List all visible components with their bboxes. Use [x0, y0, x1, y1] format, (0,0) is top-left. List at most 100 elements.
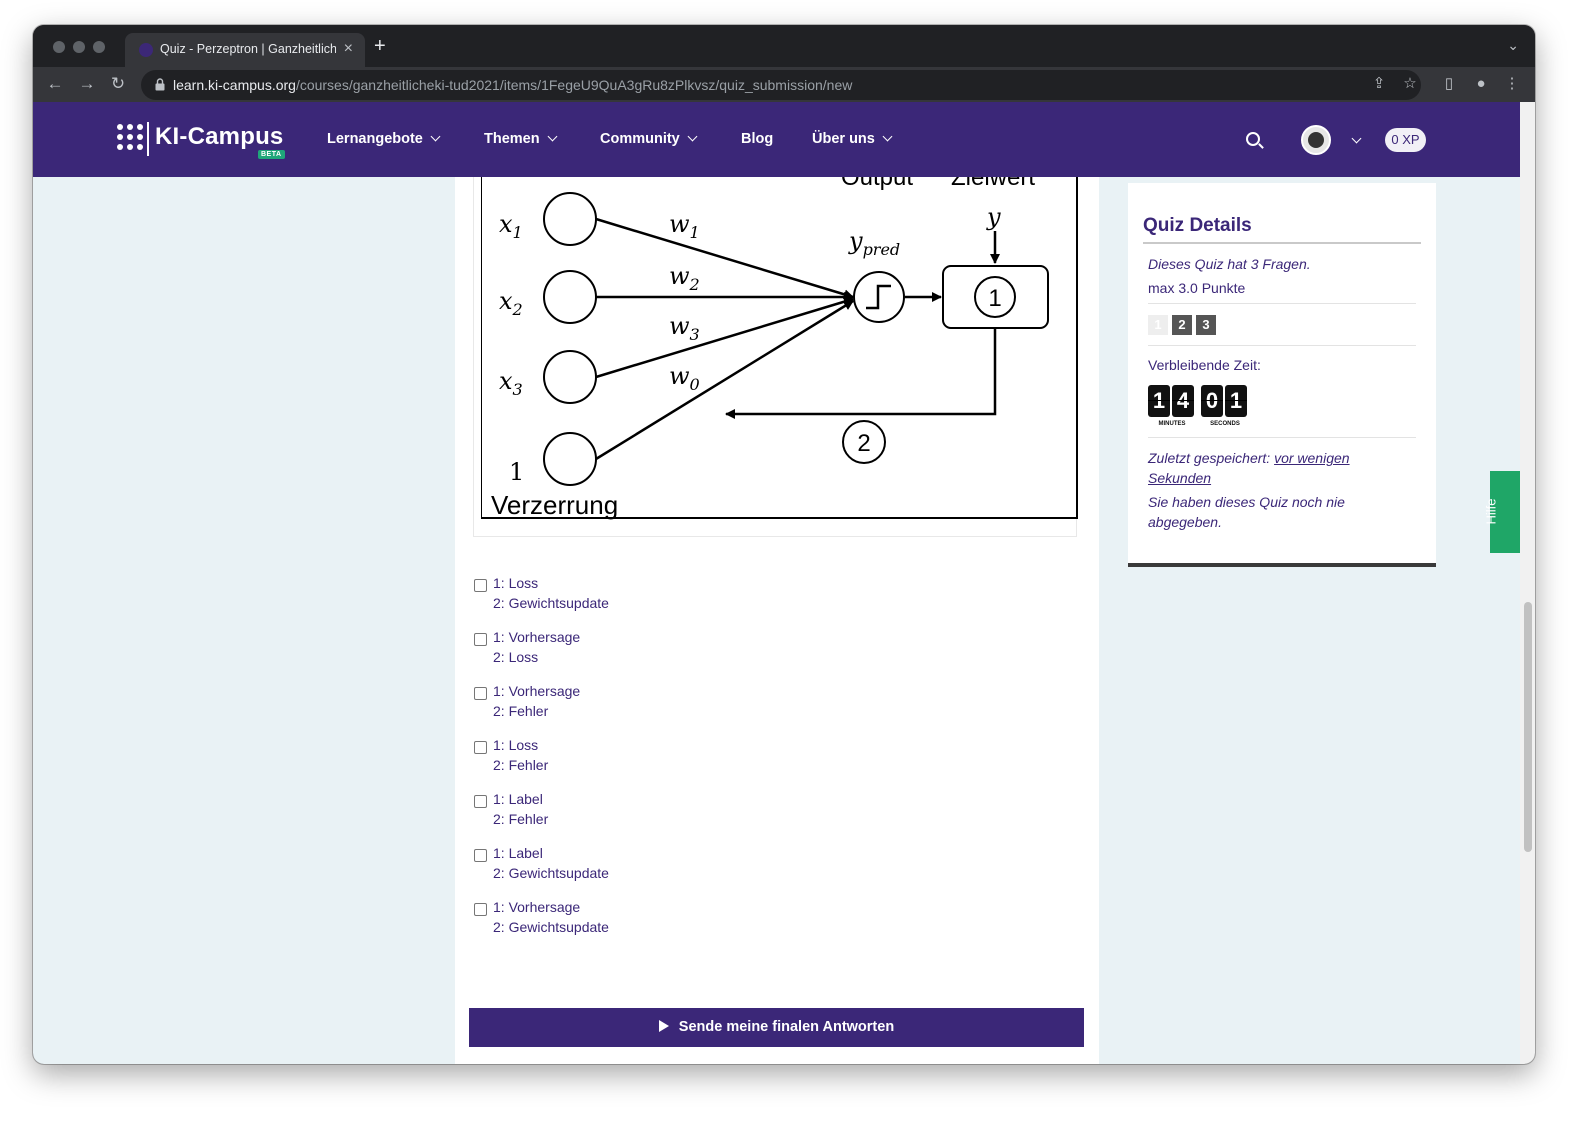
url-host: learn.ki-campus.org — [173, 77, 296, 93]
site-logo[interactable]: KI-Campus — [155, 123, 283, 151]
forward-icon[interactable]: → — [77, 74, 97, 94]
bias-one-label: 1 — [509, 458, 524, 486]
question-nav-1[interactable]: 1 — [1148, 315, 1168, 335]
browser-toolbar: ← → ↻ learn.ki-campus.org/courses/ganzhe… — [33, 67, 1535, 102]
option-line-2[interactable]: 2: Gewichtsupdate — [493, 919, 609, 935]
not-submitted-note-1: Sie haben dieses Quiz noch nie — [1148, 494, 1345, 510]
option-line-2[interactable]: 2: Fehler — [493, 757, 548, 773]
last-saved-link-cont[interactable]: Sekunden — [1148, 470, 1211, 486]
answer-checkbox[interactable] — [474, 633, 487, 646]
answer-checkbox[interactable] — [474, 687, 487, 700]
xp-badge[interactable]: 0 XP — [1385, 128, 1426, 152]
browser-tab[interactable]: Quiz - Perzeptron | Ganzheitliche × — [125, 33, 365, 67]
option-line-1[interactable]: 1: Vorhersage — [493, 683, 580, 699]
timer-seconds-tens: 0 — [1201, 385, 1223, 417]
y-label: y — [986, 203, 1001, 231]
last-saved-link[interactable]: vor wenigen — [1274, 450, 1350, 466]
scrollbar-thumb[interactable] — [1524, 602, 1532, 852]
timer-minutes-ones: 4 — [1172, 385, 1194, 417]
option-line-1[interactable]: 1: Label — [493, 845, 543, 861]
site-header: KI-Campus BETA Lernangebote Themen Commu… — [33, 102, 1520, 177]
avatar[interactable] — [1301, 125, 1331, 155]
answer-checkbox[interactable] — [474, 849, 487, 862]
close-window-icon[interactable] — [53, 41, 65, 53]
option-line-2[interactable]: 2: Loss — [493, 649, 538, 665]
answer-checkbox[interactable] — [474, 579, 487, 592]
profile-icon[interactable]: ● — [1472, 75, 1490, 93]
lock-icon — [155, 78, 165, 91]
chevron-down-icon — [687, 131, 698, 142]
nav-label: Blog — [741, 131, 774, 147]
profile-menu-toggle[interactable] — [1344, 133, 1362, 149]
timer-minutes-tens: 1 — [1148, 385, 1170, 417]
maximize-window-icon[interactable] — [93, 41, 105, 53]
divider — [1148, 303, 1416, 304]
beta-badge: BETA — [258, 150, 285, 159]
option-line-1[interactable]: 1: Loss — [493, 575, 538, 591]
quiz-main-content: Output Zielwert x1 x2 x3 1 Verzerrung w1… — [455, 177, 1099, 1064]
minimize-window-icon[interactable] — [73, 41, 85, 53]
nav-blog[interactable]: Blog — [741, 131, 773, 147]
nav-label: Community — [600, 131, 680, 147]
last-saved-label: Zuletzt gespeichert: — [1148, 450, 1271, 466]
option-line-1[interactable]: 1: Vorhersage — [493, 899, 580, 915]
remaining-time-label: Verbleibende Zeit: — [1148, 357, 1261, 373]
option-line-2[interactable]: 2: Gewichtsupdate — [493, 865, 609, 881]
option-line-2[interactable]: 2: Fehler — [493, 811, 548, 827]
scrollbar[interactable] — [1520, 102, 1535, 1064]
title-underline — [1143, 242, 1421, 244]
bookmark-star-icon[interactable]: ☆ — [1401, 75, 1419, 93]
question-nav-2[interactable]: 2 — [1172, 315, 1192, 335]
option-line-2[interactable]: 2: Gewichtsupdate — [493, 595, 609, 611]
url-path: /courses/ganzheitlicheki-tud2021/items/1… — [295, 77, 853, 93]
side-panel-icon[interactable]: ▯ — [1440, 75, 1458, 93]
marker-2-label: 2 — [857, 430, 870, 457]
tab-title: Quiz - Perzeptron | Ganzheitliche — [160, 42, 336, 56]
divider — [1148, 437, 1416, 438]
reload-icon[interactable]: ↻ — [108, 74, 128, 94]
question-count: Dieses Quiz hat 3 Fragen. — [1148, 256, 1311, 272]
url-text: learn.ki-campus.org/courses/ganzheitlich… — [173, 77, 852, 93]
play-icon — [658, 1020, 669, 1032]
nav-themen[interactable]: Themen — [484, 131, 558, 147]
answer-checkbox[interactable] — [474, 795, 487, 808]
option-line-1[interactable]: 1: Label — [493, 791, 543, 807]
quiz-details-panel: Quiz Details Dieses Quiz hat 3 Fragen. m… — [1128, 183, 1436, 567]
input-node-x3 — [543, 350, 597, 404]
nav-label: Themen — [484, 131, 540, 147]
option-line-1[interactable]: 1: Loss — [493, 737, 538, 753]
chevron-down-icon — [430, 131, 441, 142]
bias-node — [543, 432, 597, 486]
search-icon[interactable] — [1246, 132, 1260, 146]
nav-ueber-uns[interactable]: Über uns — [812, 131, 893, 147]
option-line-2[interactable]: 2: Fehler — [493, 703, 548, 719]
timer-minutes-label: MINUTES — [1158, 421, 1186, 427]
page-viewport: KI-Campus BETA Lernangebote Themen Commu… — [33, 102, 1520, 1064]
browser-menu-icon[interactable]: ⋮ — [1503, 75, 1521, 93]
chevron-down-icon — [882, 131, 893, 142]
nav-lernangebote[interactable]: Lernangebote — [327, 131, 441, 147]
tab-search-chevron-icon[interactable]: ⌄ — [1507, 37, 1519, 54]
question-nav-3[interactable]: 3 — [1196, 315, 1216, 335]
chevron-down-icon — [1351, 133, 1362, 144]
tab-bar: Quiz - Perzeptron | Ganzheitliche × + ⌄ — [33, 25, 1535, 67]
share-icon[interactable]: ⇪ — [1370, 75, 1388, 93]
new-tab-icon[interactable]: + — [374, 36, 386, 56]
submit-answers-button[interactable]: Sende meine finalen Antworten — [469, 1008, 1084, 1047]
logo-grid-icon[interactable] — [117, 124, 143, 150]
answer-checkbox[interactable] — [474, 903, 487, 916]
diagram-output-label: Output — [841, 177, 913, 191]
address-bar[interactable]: learn.ki-campus.org/courses/ganzheitlich… — [141, 70, 1421, 100]
nav-label: Über uns — [812, 131, 875, 147]
chevron-down-icon — [547, 131, 558, 142]
input-node-x2 — [543, 270, 597, 324]
answer-checkbox[interactable] — [474, 741, 487, 754]
bias-label: Verzerrung — [491, 490, 618, 520]
nav-community[interactable]: Community — [600, 131, 698, 147]
last-saved: Zuletzt gespeichert: vor wenigen — [1148, 450, 1350, 466]
help-tab[interactable]: Hilfe — [1484, 471, 1520, 553]
back-icon[interactable]: ← — [45, 74, 65, 94]
tab-close-icon[interactable]: × — [344, 40, 353, 58]
diagram-target-label: Zielwert — [951, 177, 1035, 191]
option-line-1[interactable]: 1: Vorhersage — [493, 629, 580, 645]
